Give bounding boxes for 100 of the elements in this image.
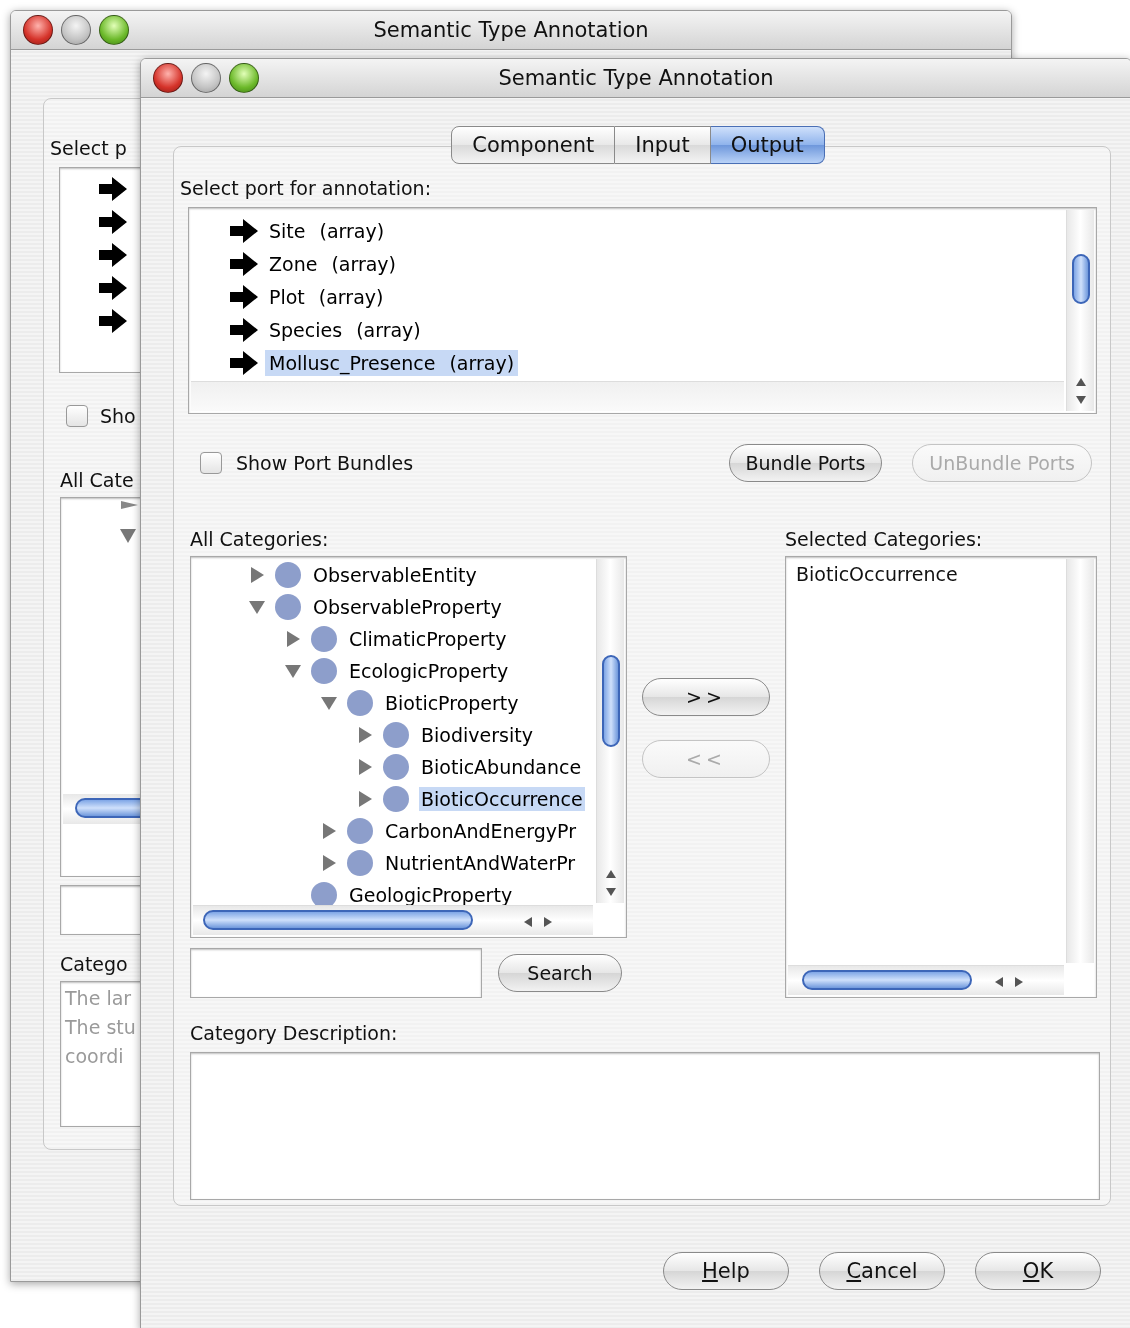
field-label: Category Description: bbox=[190, 1022, 398, 1044]
port-list[interactable]: Site (array) Zone (array) Plot (array) Species (array) Mollusc_Presence (array) bbox=[188, 207, 1097, 414]
field-label: Select port for annotation: bbox=[180, 177, 432, 199]
circle-icon bbox=[311, 658, 337, 684]
triangle-right-icon[interactable] bbox=[119, 500, 139, 510]
horizontal-scrollbar[interactable] bbox=[63, 794, 142, 824]
checkbox-label: Sho bbox=[100, 405, 136, 427]
triangle-right-icon[interactable] bbox=[285, 630, 301, 648]
tree-item[interactable]: Biodiversity bbox=[419, 723, 535, 747]
category-tree[interactable]: ObservableEntity ObservableProperty ClimaticProperty EcologicProperty BioticProperty Biodiversity BioticAbundance BioticOccurrence CarbonAndEnergyPr NutrientAndWaterPr GeologicProperty bbox=[190, 556, 627, 938]
tab[interactable]: Component bbox=[451, 126, 616, 164]
zoom-button[interactable] bbox=[99, 15, 129, 45]
vertical-scrollbar[interactable] bbox=[1066, 210, 1094, 411]
circle-icon bbox=[383, 722, 409, 748]
scroll-down-button[interactable] bbox=[605, 887, 617, 897]
port-item[interactable]: Mollusc_Presence (array) bbox=[265, 349, 519, 376]
triangle-right-icon[interactable] bbox=[357, 790, 373, 808]
scrollbar-thumb[interactable] bbox=[75, 798, 142, 818]
tree-item[interactable]: ClimaticProperty bbox=[347, 627, 509, 651]
checkbox-label: Show Port Bundles bbox=[236, 452, 414, 474]
category-tree[interactable] bbox=[60, 497, 142, 877]
circle-icon bbox=[311, 626, 337, 652]
triangle-down-icon[interactable] bbox=[320, 695, 338, 711]
circle-icon bbox=[275, 562, 301, 588]
description-text: coordi bbox=[65, 1044, 124, 1069]
tree-item[interactable]: BioticOccurrence bbox=[419, 787, 585, 811]
port-item[interactable]: Site (array) bbox=[265, 217, 389, 244]
scrollbar-thumb[interactable] bbox=[802, 970, 972, 990]
port-item[interactable]: Plot (array) bbox=[265, 283, 388, 310]
port-item[interactable]: Zone (array) bbox=[265, 250, 401, 277]
tree-item[interactable]: BioticProperty bbox=[383, 691, 521, 715]
scrollbar-thumb[interactable] bbox=[602, 655, 620, 747]
tab[interactable]: Input bbox=[615, 126, 711, 164]
zoom-button[interactable] bbox=[229, 63, 259, 93]
arrow-icon bbox=[98, 308, 128, 334]
button[interactable]: Bundle Ports bbox=[728, 444, 883, 482]
description-text: The stu bbox=[65, 1015, 136, 1040]
close-button[interactable] bbox=[153, 63, 183, 93]
arrow-icon bbox=[229, 349, 259, 376]
list-item[interactable]: BioticOccurrence bbox=[796, 563, 958, 585]
button[interactable]: OK bbox=[975, 1252, 1101, 1290]
triangle-right-icon[interactable] bbox=[249, 566, 265, 584]
horizontal-scrollbar[interactable] bbox=[193, 905, 593, 935]
tree-item[interactable]: NutrientAndWaterPr bbox=[383, 851, 578, 875]
close-button[interactable] bbox=[23, 15, 53, 45]
arrow-icon bbox=[229, 250, 259, 277]
arrow-icon bbox=[98, 242, 128, 268]
tree-item[interactable]: GeologicProperty bbox=[347, 883, 515, 907]
arrow-icon bbox=[98, 275, 128, 301]
text-field[interactable] bbox=[60, 885, 142, 935]
scroll-up-button[interactable] bbox=[605, 869, 617, 879]
circle-icon bbox=[347, 690, 373, 716]
scroll-down-button[interactable] bbox=[1075, 395, 1087, 405]
arrow-icon bbox=[98, 176, 128, 202]
port-list[interactable] bbox=[59, 167, 141, 373]
checkbox[interactable] bbox=[200, 452, 222, 474]
tree-item[interactable]: ObservableEntity bbox=[311, 563, 479, 587]
arrow-icon bbox=[229, 283, 259, 310]
triangle-right-icon[interactable] bbox=[321, 822, 337, 840]
triangle-down-icon[interactable] bbox=[248, 599, 266, 615]
tab[interactable]: Output bbox=[710, 126, 825, 164]
arrow-icon bbox=[229, 217, 259, 244]
scrollbar-thumb[interactable] bbox=[1072, 254, 1090, 304]
port-item[interactable]: Species (array) bbox=[265, 316, 425, 343]
scroll-up-button[interactable] bbox=[1075, 377, 1087, 387]
search-button[interactable]: Search bbox=[498, 954, 622, 992]
scroll-right-button[interactable] bbox=[543, 916, 553, 928]
search-field[interactable] bbox=[190, 948, 482, 998]
tree-item[interactable]: BioticAbundance bbox=[419, 755, 584, 779]
scroll-right-button[interactable] bbox=[1014, 976, 1024, 988]
button[interactable]: Help bbox=[663, 1252, 789, 1290]
triangle-right-icon[interactable] bbox=[357, 726, 373, 744]
triangle-right-icon[interactable] bbox=[357, 758, 373, 776]
circle-icon bbox=[383, 754, 409, 780]
triangle-down-icon[interactable] bbox=[119, 528, 137, 544]
tree-item[interactable]: CarbonAndEnergyPr bbox=[383, 819, 578, 843]
button[interactable]: >> bbox=[642, 678, 770, 716]
button[interactable]: Cancel bbox=[819, 1252, 945, 1290]
circle-icon bbox=[311, 882, 337, 908]
scrollbar-thumb[interactable] bbox=[203, 910, 473, 930]
field-label: All Cate bbox=[60, 469, 134, 491]
description-text: The lar bbox=[65, 986, 132, 1011]
circle-icon bbox=[347, 850, 373, 876]
scroll-left-button[interactable] bbox=[994, 976, 1004, 988]
scroll-left-button[interactable] bbox=[523, 916, 533, 928]
arrow-icon bbox=[229, 316, 259, 343]
field-label: All Categories: bbox=[190, 528, 329, 550]
circle-icon bbox=[347, 818, 373, 844]
triangle-right-icon[interactable] bbox=[321, 854, 337, 872]
horizontal-scrollbar[interactable] bbox=[788, 965, 1064, 995]
tree-item[interactable]: ObservableProperty bbox=[311, 595, 504, 619]
checkbox[interactable] bbox=[66, 405, 88, 427]
vertical-scrollbar[interactable] bbox=[596, 559, 624, 903]
tree-item[interactable]: EcologicProperty bbox=[347, 659, 511, 683]
vertical-scrollbar[interactable] bbox=[1066, 559, 1094, 963]
field-label: Catego bbox=[60, 953, 128, 975]
minimize-button[interactable] bbox=[61, 15, 91, 45]
field-label: Select p bbox=[50, 137, 127, 159]
triangle-down-icon[interactable] bbox=[284, 663, 302, 679]
minimize-button[interactable] bbox=[191, 63, 221, 93]
